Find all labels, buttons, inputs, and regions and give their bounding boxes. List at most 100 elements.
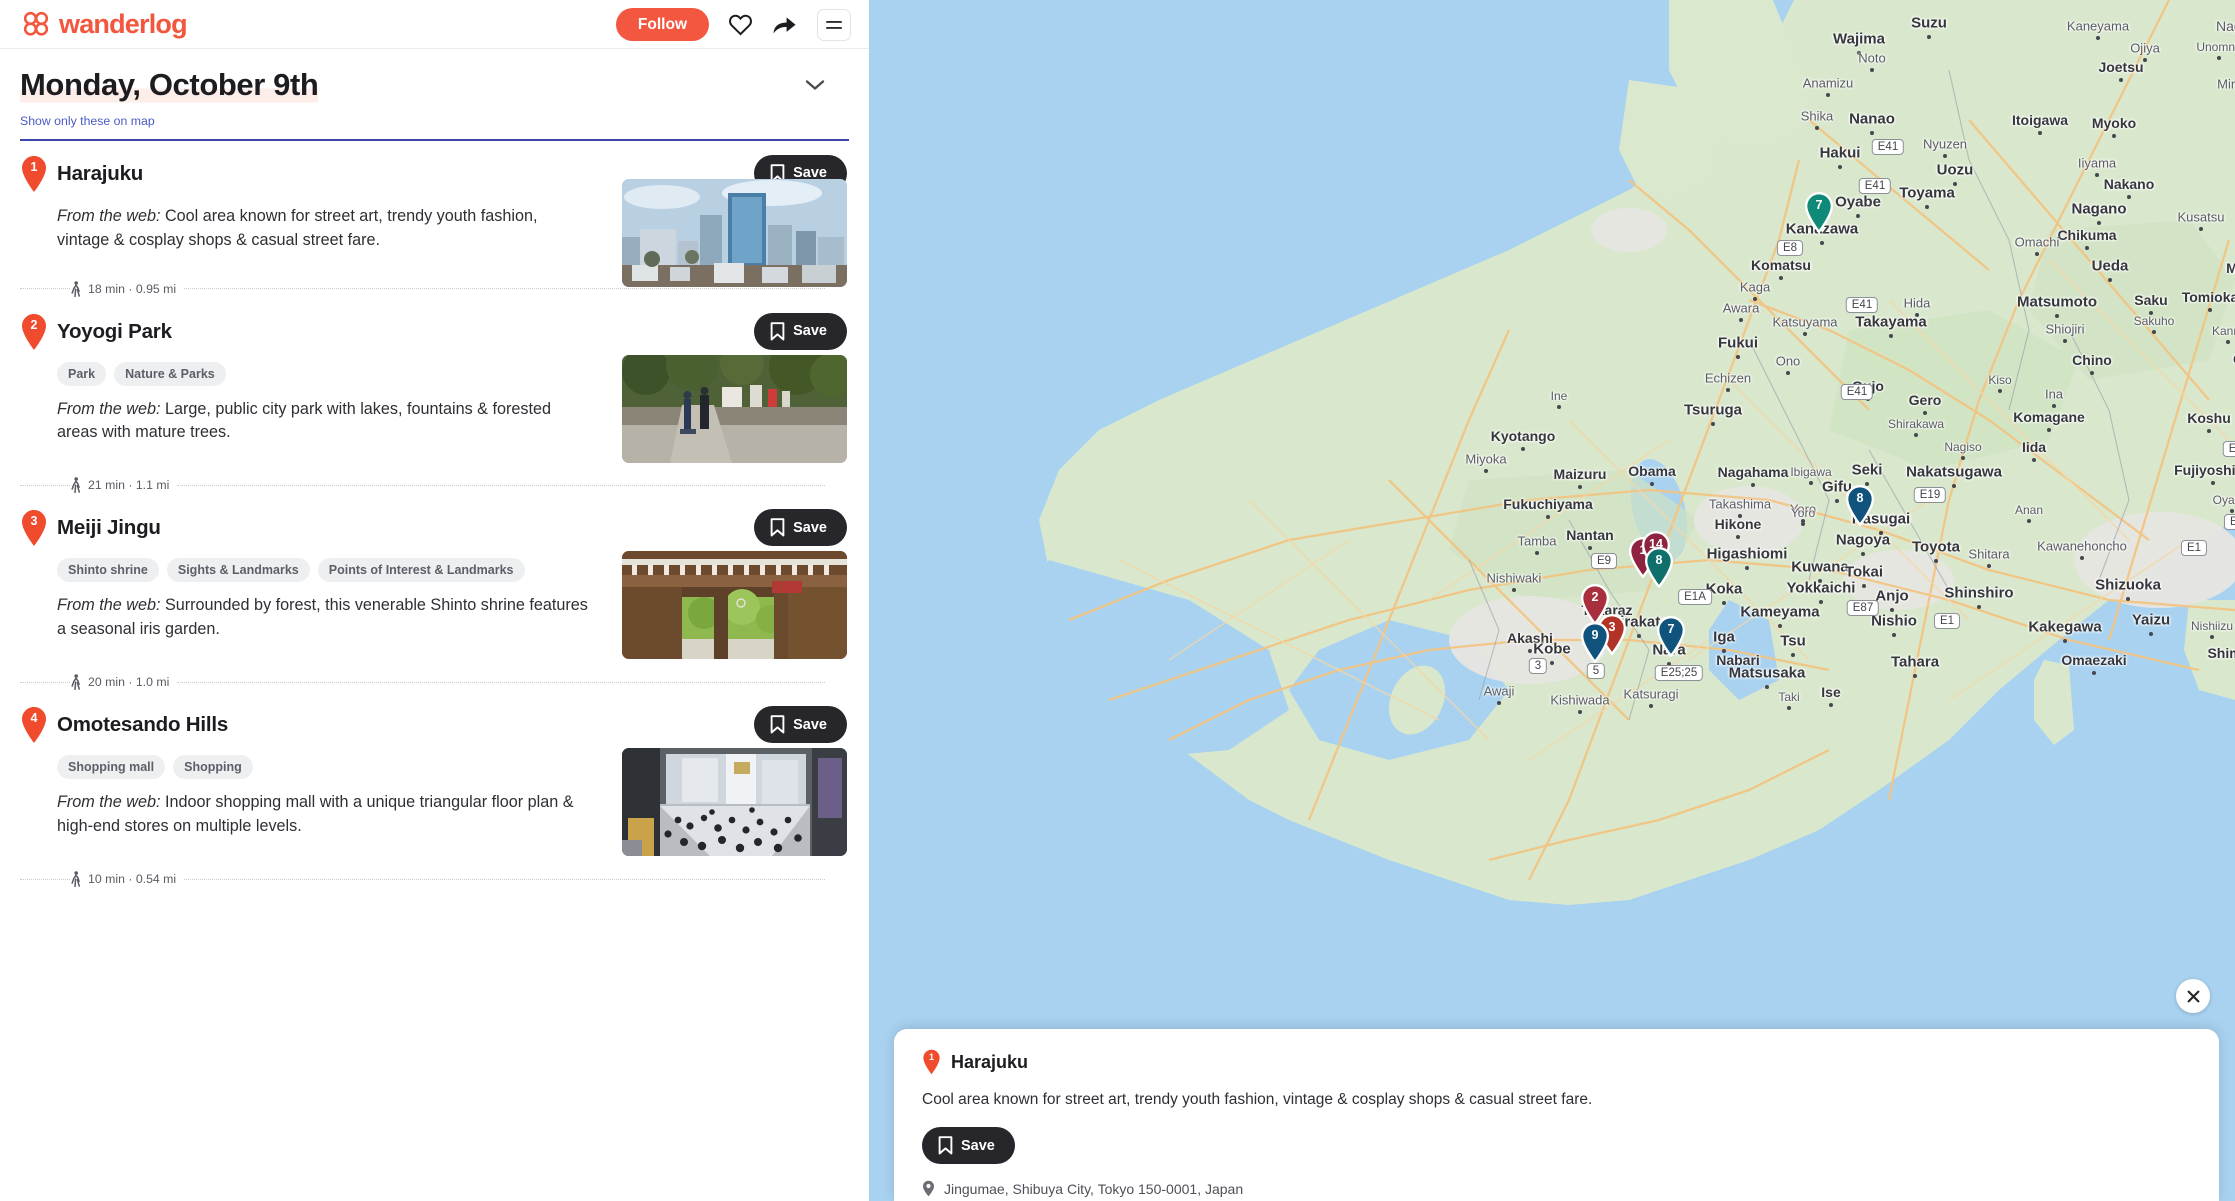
map-city-dot: [2047, 428, 2051, 433]
walk-separator: 20 min · 1.0 mi: [20, 672, 847, 692]
map-city-dot: [1925, 205, 1929, 210]
map-marker[interactable]: 9: [1580, 622, 1610, 664]
map-city-dot: [1829, 703, 1833, 708]
tag[interactable]: Points of Interest & Landmarks: [317, 558, 525, 583]
map-city-dot: [2080, 556, 2084, 561]
day-header: Monday, October 9th: [0, 49, 869, 110]
map-city-dot: [1787, 706, 1791, 711]
share-button[interactable]: [771, 12, 797, 38]
from-the-web-label: From the web:: [57, 206, 161, 225]
tag[interactable]: Shopping: [173, 755, 253, 780]
walk-info: 18 min · 0.95 mi: [70, 279, 176, 299]
map-city-dot: [1588, 546, 1592, 551]
menu-button[interactable]: [817, 8, 851, 41]
wanderlog-app: wanderlog Follow Monday, October 9th Sho…: [0, 0, 2235, 1201]
yoyogi-park-path-photo: [622, 354, 847, 463]
wanderlog-butterfly-logo-icon: [23, 11, 49, 36]
map-city-dot: [1722, 601, 1726, 606]
map-city-dot: [1711, 422, 1715, 427]
map-highway-shield: E1: [1933, 613, 1961, 629]
list-pin-icon: 3: [20, 509, 48, 547]
place-thumbnail[interactable]: [622, 354, 847, 463]
map-city-dot: [1521, 447, 1525, 452]
list-item[interactable]: 4 Omotesando Hills Save Shopping mall Sh…: [0, 692, 869, 889]
map-city-dot: [1791, 653, 1795, 658]
map-highway-shield: E1: [2180, 540, 2208, 556]
omotesando-hills-crowd-photo: [622, 748, 847, 857]
favorite-button[interactable]: [727, 12, 753, 38]
map-city-dot: [2038, 131, 2042, 136]
show-only-on-map-link[interactable]: Show only these on map: [0, 110, 155, 128]
map-city-dot: [1786, 371, 1790, 376]
save-button[interactable]: Save: [754, 312, 847, 350]
place-thumbnail[interactable]: [622, 178, 847, 287]
save-button[interactable]: Save: [754, 706, 847, 744]
tag[interactable]: Nature & Parks: [114, 361, 226, 386]
map-marker-number: 7: [1667, 622, 1675, 636]
list-item[interactable]: 1 Harajuku Save From the web: Cool area …: [0, 141, 869, 299]
map-city-dot: [1915, 313, 1919, 318]
place-thumbnail[interactable]: [622, 551, 847, 660]
list-pin-number: 1: [30, 159, 38, 174]
map-city-dot: [1557, 405, 1561, 410]
from-the-web-label: From the web:: [57, 399, 161, 418]
place-title[interactable]: Harajuku: [57, 159, 143, 187]
info-card-address: Jingumae, Shibuya City, Tokyo 150-0001, …: [944, 1180, 1244, 1197]
dotted-line-right: [177, 681, 825, 683]
map-city-dot: [2090, 371, 2094, 376]
place-title[interactable]: Meiji Jingu: [57, 513, 161, 541]
save-button[interactable]: Save: [754, 509, 847, 547]
follow-button[interactable]: Follow: [615, 7, 709, 42]
info-card-save-button[interactable]: Save: [922, 1127, 1015, 1164]
list-pin-icon: 4: [20, 706, 48, 744]
harajuku-skyline-photo: [622, 178, 847, 287]
map-city-dot: [1913, 674, 1917, 679]
from-the-web-label: From the web:: [57, 793, 161, 812]
walk-info: 10 min · 0.54 mi: [70, 869, 176, 889]
info-card-address-row: Jingumae, Shibuya City, Tokyo 150-0001, …: [922, 1180, 2191, 1197]
place-title[interactable]: Omotesando Hills: [57, 710, 228, 738]
map-highway-shield: E1A: [1678, 589, 1712, 605]
map-city-dot: [2152, 330, 2156, 335]
map-marker[interactable]: 7: [1656, 616, 1686, 658]
walk-separator: 10 min · 0.54 mi: [20, 869, 847, 889]
map-city-dot: [1934, 559, 1938, 564]
close-info-card-button[interactable]: [2176, 979, 2210, 1013]
walk-info: 21 min · 1.1 mi: [70, 475, 169, 495]
map-marker[interactable]: 8: [1644, 547, 1674, 589]
place-title[interactable]: Yoyogi Park: [57, 317, 172, 345]
map-marker[interactable]: 8: [1845, 485, 1875, 527]
tag[interactable]: Shopping mall: [57, 755, 166, 780]
map-city-dot: [2063, 339, 2067, 344]
map-city-dot: [2207, 429, 2211, 434]
tag[interactable]: Park: [57, 361, 107, 386]
collapse-day-button[interactable]: [801, 71, 829, 99]
brand-logo[interactable]: wanderlog: [22, 10, 188, 38]
map-highway-shield: E19: [1913, 487, 1947, 503]
meiji-jingu-gate-photo: [622, 551, 847, 660]
map-city-dot: [1726, 388, 1730, 393]
map-city-dot: [2211, 481, 2215, 486]
list-item[interactable]: 2 Yoyogi Park Save Park Nature & Parks F…: [0, 299, 869, 496]
map-city-dot: [2119, 78, 2123, 83]
bookmark-icon: [770, 518, 785, 537]
tag[interactable]: Shinto shrine: [57, 558, 159, 583]
map-city-dot: [1998, 389, 2002, 394]
map-city-dot: [1578, 710, 1582, 715]
map-city-dot: [2092, 671, 2096, 676]
list-pin-number: 2: [30, 317, 38, 332]
save-label: Save: [793, 716, 827, 733]
tag[interactable]: Sights & Landmarks: [166, 558, 310, 583]
map-marker[interactable]: 7: [1804, 192, 1834, 234]
map-city-dot: [1578, 485, 1582, 490]
map-city-dot: [2027, 519, 2031, 524]
list-item[interactable]: 3 Meiji Jingu Save Shinto shrine Sights …: [0, 495, 869, 692]
map-city-dot: [1535, 551, 1539, 556]
place-thumbnail[interactable]: [622, 748, 847, 857]
toolbar-actions: Follow: [615, 0, 851, 49]
walk-info: 20 min · 1.0 mi: [70, 672, 169, 692]
map-city-dot: [1778, 624, 1782, 629]
map-city-dot: [1820, 241, 1824, 246]
place-description: From the web: Surrounded by forest, this…: [57, 594, 592, 642]
map-canvas[interactable]: SuzuWajimaNotoNagaokaAizuwakamKaneyamaOj…: [869, 0, 2235, 1201]
